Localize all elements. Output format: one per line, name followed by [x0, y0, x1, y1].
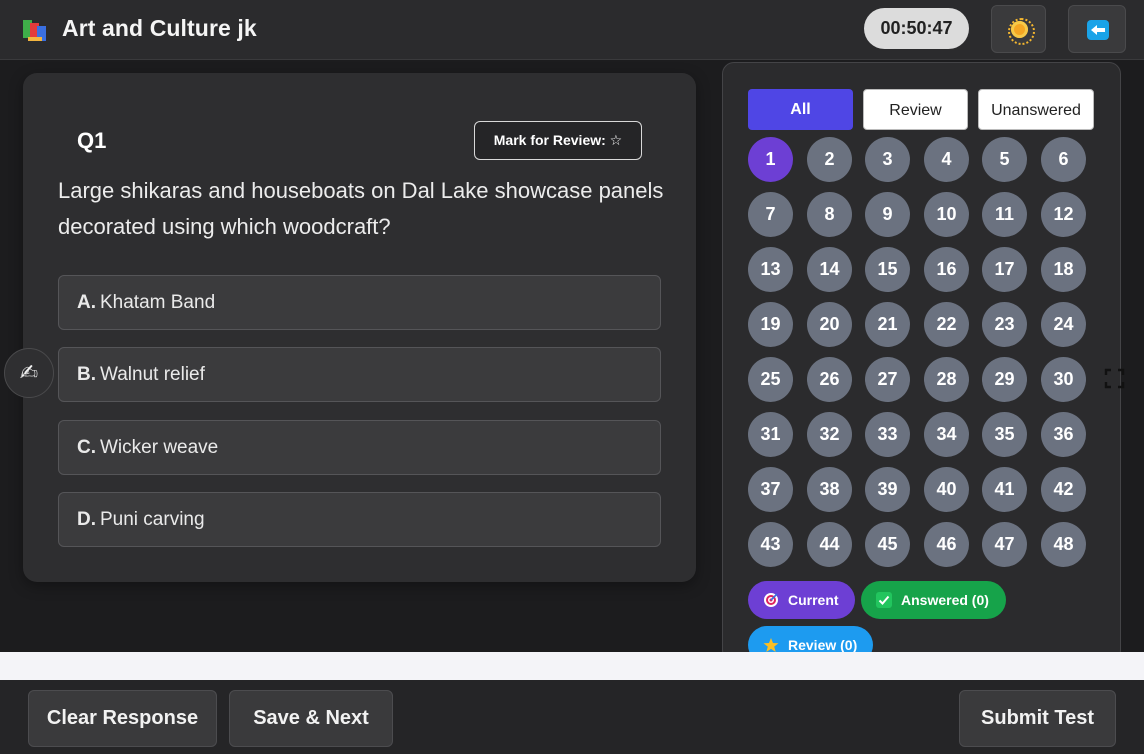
- question-nav-button-3[interactable]: 3: [865, 137, 910, 182]
- clear-response-button[interactable]: Clear Response: [28, 690, 217, 747]
- legend-current-label: Current: [788, 592, 839, 608]
- question-nav-button-28[interactable]: 28: [924, 357, 969, 402]
- question-nav-button-43[interactable]: 43: [748, 522, 793, 567]
- question-nav-button-8[interactable]: 8: [807, 192, 852, 237]
- question-nav-button-45[interactable]: 45: [865, 522, 910, 567]
- question-nav-button-4[interactable]: 4: [924, 137, 969, 182]
- question-nav-button-21[interactable]: 21: [865, 302, 910, 347]
- star-icon: [763, 638, 779, 652]
- option-letter: C.: [77, 437, 96, 458]
- option-a[interactable]: A. Khatam Band: [58, 275, 661, 330]
- sun-icon: [1008, 18, 1035, 45]
- question-nav-button-26[interactable]: 26: [807, 357, 852, 402]
- question-number: Q1: [77, 128, 107, 153]
- option-text: Khatam Band: [100, 292, 216, 313]
- question-nav-button-37[interactable]: 37: [748, 467, 793, 512]
- option-d[interactable]: D. Puni carving: [58, 492, 661, 547]
- app-title: Art and Culture jk: [62, 15, 257, 41]
- question-card: Q1 Mark for Review: ☆ Large shikaras and…: [23, 73, 696, 582]
- question-nav-button-24[interactable]: 24: [1041, 302, 1086, 347]
- filter-review-button[interactable]: Review: [863, 89, 968, 130]
- question-nav-button-19[interactable]: 19: [748, 302, 793, 347]
- legend-answered: Answered (0): [861, 581, 1006, 619]
- question-nav-button-31[interactable]: 31: [748, 412, 793, 457]
- filter-unanswered-button[interactable]: Unanswered: [978, 89, 1094, 130]
- divider-strip: [0, 652, 1144, 680]
- writing-hand-icon[interactable]: ✍: [4, 348, 54, 398]
- mark-for-review-button[interactable]: Mark for Review: ☆: [474, 121, 642, 160]
- question-nav-button-48[interactable]: 48: [1041, 522, 1086, 567]
- question-nav-button-15[interactable]: 15: [865, 247, 910, 292]
- question-nav-button-11[interactable]: 11: [982, 192, 1027, 237]
- question-palette: All Review Unanswered 1 2 3 4 5 6 7 8 9 10 11 12 13 1…: [722, 62, 1121, 662]
- legend-review-label: Review (0): [788, 637, 858, 653]
- question-nav-button-9[interactable]: 9: [865, 192, 910, 237]
- question-nav-button-38[interactable]: 38: [807, 467, 852, 512]
- question-nav-button-2[interactable]: 2: [807, 137, 852, 182]
- question-nav-button-6[interactable]: 6: [1041, 137, 1086, 182]
- books-icon: [23, 20, 46, 41]
- timer: 00:50:47: [864, 8, 969, 49]
- option-letter: B.: [77, 364, 96, 385]
- check-icon: [876, 592, 892, 608]
- question-nav-button-36[interactable]: 36: [1041, 412, 1086, 457]
- question-nav-button-32[interactable]: 32: [807, 412, 852, 457]
- option-text: Puni carving: [100, 509, 205, 530]
- question-nav-button-29[interactable]: 29: [982, 357, 1027, 402]
- question-nav-button-30[interactable]: 30: [1041, 357, 1086, 402]
- exit-button[interactable]: [1068, 5, 1126, 53]
- question-nav-button-47[interactable]: 47: [982, 522, 1027, 567]
- question-nav-button-41[interactable]: 41: [982, 467, 1027, 512]
- submit-test-button[interactable]: Submit Test: [959, 690, 1116, 747]
- left-arrow-icon: [1087, 20, 1109, 40]
- question-nav-button-46[interactable]: 46: [924, 522, 969, 567]
- option-letter: D.: [77, 509, 96, 530]
- question-nav-button-13[interactable]: 13: [748, 247, 793, 292]
- question-nav-button-39[interactable]: 39: [865, 467, 910, 512]
- question-nav-button-23[interactable]: 23: [982, 302, 1027, 347]
- option-text: Walnut relief: [100, 364, 205, 385]
- question-nav-button-42[interactable]: 42: [1041, 467, 1086, 512]
- question-nav-button-22[interactable]: 22: [924, 302, 969, 347]
- question-nav-button-44[interactable]: 44: [807, 522, 852, 567]
- question-nav-button-14[interactable]: 14: [807, 247, 852, 292]
- question-nav-button-34[interactable]: 34: [924, 412, 969, 457]
- fullscreen-icon[interactable]: [1104, 368, 1125, 389]
- target-icon: [764, 593, 778, 607]
- question-nav-button-17[interactable]: 17: [982, 247, 1027, 292]
- question-nav-button-27[interactable]: 27: [865, 357, 910, 402]
- option-text: Wicker weave: [100, 437, 219, 458]
- question-nav-button-40[interactable]: 40: [924, 467, 969, 512]
- question-nav-button-5[interactable]: 5: [982, 137, 1027, 182]
- legend-current: Current: [748, 581, 855, 619]
- question-nav-button-25[interactable]: 25: [748, 357, 793, 402]
- question-nav-button-35[interactable]: 35: [982, 412, 1027, 457]
- footer-bar: Clear Response Save & Next Submit Test: [0, 680, 1144, 754]
- question-nav-button-16[interactable]: 16: [924, 247, 969, 292]
- option-c[interactable]: C. Wicker weave: [58, 420, 661, 475]
- save-next-button[interactable]: Save & Next: [229, 690, 393, 747]
- option-letter: A.: [77, 292, 96, 313]
- question-nav-button-10[interactable]: 10: [924, 192, 969, 237]
- question-nav-button-18[interactable]: 18: [1041, 247, 1086, 292]
- question-nav-button-12[interactable]: 12: [1041, 192, 1086, 237]
- question-nav-button-1[interactable]: 1: [748, 137, 793, 182]
- legend-answered-label: Answered (0): [901, 592, 989, 608]
- question-nav-button-7[interactable]: 7: [748, 192, 793, 237]
- question-text: Large shikaras and houseboats on Dal Lak…: [58, 178, 664, 239]
- question-nav-button-33[interactable]: 33: [865, 412, 910, 457]
- question-nav-button-20[interactable]: 20: [807, 302, 852, 347]
- filter-all-button[interactable]: All: [748, 89, 853, 130]
- theme-toggle-button[interactable]: [991, 5, 1046, 53]
- app-header: Art and Culture jk 00:50:47: [0, 0, 1144, 60]
- option-b[interactable]: B. Walnut relief: [58, 347, 661, 402]
